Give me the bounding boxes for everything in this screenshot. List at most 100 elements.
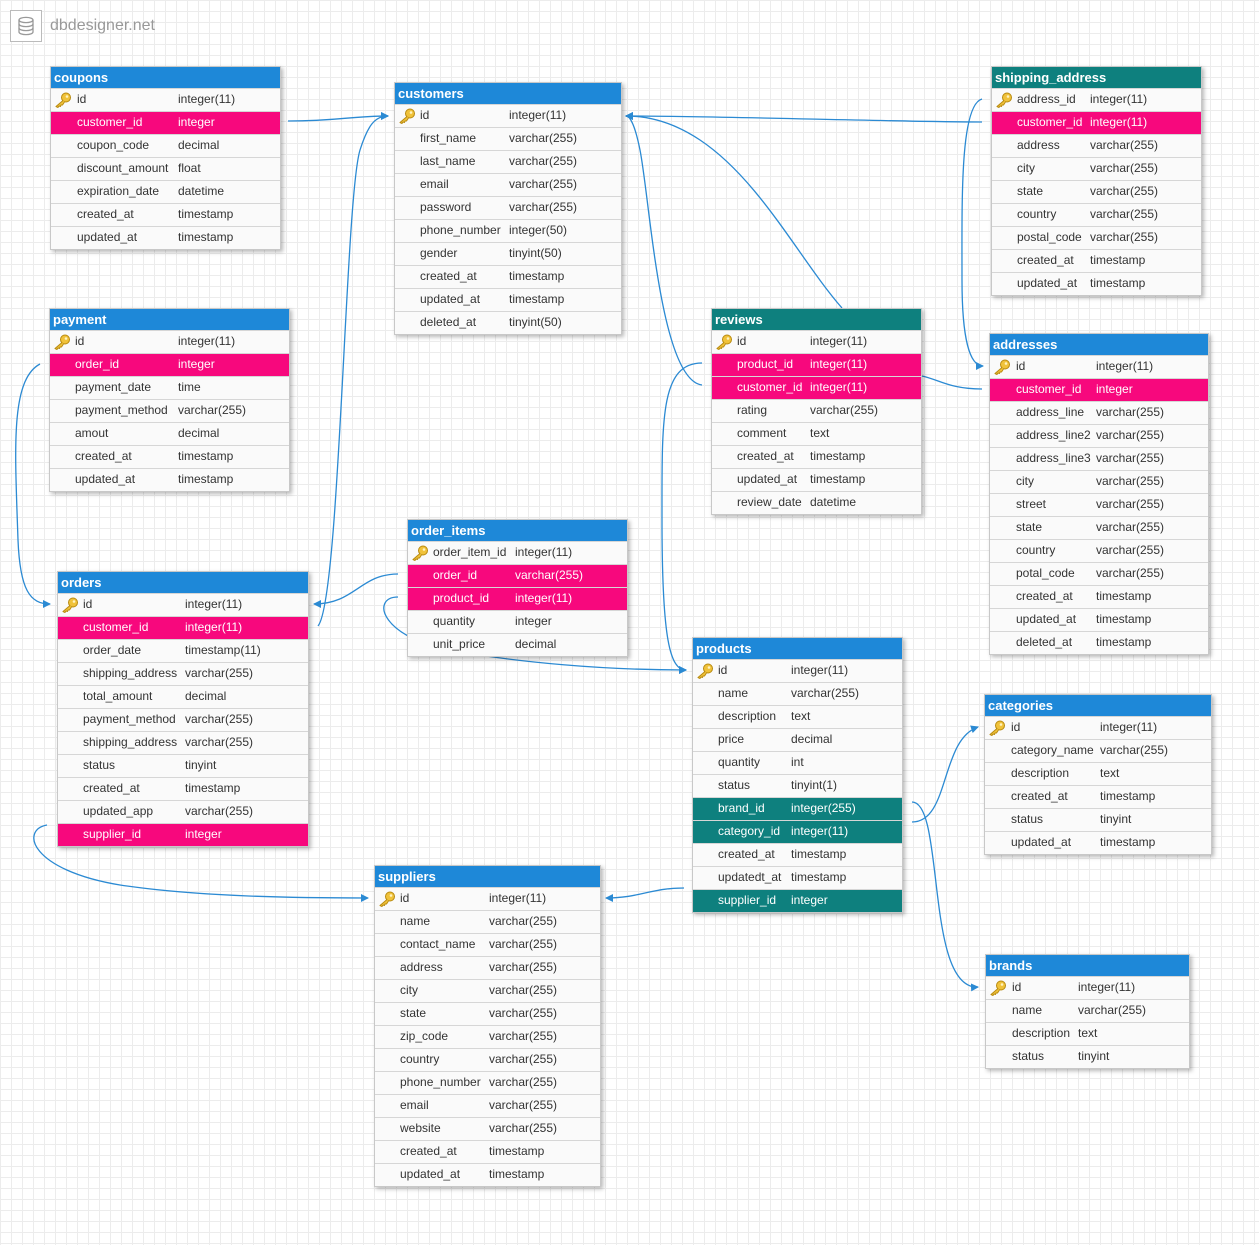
column-row[interactable]: review_date datetime — [712, 491, 921, 514]
column-row[interactable]: amout decimal — [50, 422, 289, 445]
table-header[interactable]: reviews — [712, 309, 921, 330]
column-row[interactable]: deleted_at timestamp — [990, 631, 1208, 654]
column-row[interactable]: updated_at timestamp — [712, 468, 921, 491]
column-row[interactable]: created_at timestamp — [712, 445, 921, 468]
table-header[interactable]: categories — [985, 695, 1211, 716]
column-row[interactable]: discount_amount float — [51, 157, 280, 180]
table-products[interactable]: products id integer(11) name varchar(255) des… — [692, 637, 903, 913]
primary-key-row[interactable]: id integer(11) — [375, 887, 600, 910]
column-row[interactable]: description text — [693, 705, 902, 728]
column-row[interactable]: created_at timestamp — [51, 203, 280, 226]
table-header[interactable]: payment — [50, 309, 289, 330]
column-row[interactable]: rating varchar(255) — [712, 399, 921, 422]
column-row[interactable]: zip_code varchar(255) — [375, 1025, 600, 1048]
column-row[interactable]: quantity int — [693, 751, 902, 774]
column-row[interactable]: phone_number integer(50) — [395, 219, 621, 242]
primary-key-row[interactable]: id integer(11) — [985, 716, 1211, 739]
column-row[interactable]: address_line varchar(255) — [990, 401, 1208, 424]
column-row[interactable]: updated_at timestamp — [395, 288, 621, 311]
foreign-key-row[interactable]: customer_id integer(11) — [712, 376, 921, 399]
column-row[interactable]: status tinyint(1) — [693, 774, 902, 797]
column-row[interactable]: password varchar(255) — [395, 196, 621, 219]
column-row[interactable]: state varchar(255) — [990, 516, 1208, 539]
foreign-key-row[interactable]: supplier_id integer — [58, 823, 308, 846]
column-row[interactable]: status tinyint — [58, 754, 308, 777]
column-row[interactable]: state varchar(255) — [375, 1002, 600, 1025]
table-suppliers[interactable]: suppliers id integer(11) name varchar(255) co… — [374, 865, 601, 1187]
column-row[interactable]: city varchar(255) — [990, 470, 1208, 493]
column-row[interactable]: email varchar(255) — [375, 1094, 600, 1117]
column-row[interactable]: created_at timestamp — [693, 843, 902, 866]
column-row[interactable]: first_name varchar(255) — [395, 127, 621, 150]
primary-key-row[interactable]: id integer(11) — [990, 355, 1208, 378]
column-row[interactable]: address_line3 varchar(255) — [990, 447, 1208, 470]
column-row[interactable]: potal_code varchar(255) — [990, 562, 1208, 585]
table-reviews[interactable]: reviews id integer(11) product_id integer(11… — [711, 308, 922, 515]
column-row[interactable]: country varchar(255) — [990, 539, 1208, 562]
table-categories[interactable]: categories id integer(11) category_name varc… — [984, 694, 1212, 855]
table-customers[interactable]: customers id integer(11) first_name varchar(… — [394, 82, 622, 335]
table-order-items[interactable]: order_items order_item_id integer(11) order… — [407, 519, 628, 657]
foreign-key-row[interactable]: supplier_id integer — [693, 889, 902, 912]
column-row[interactable]: address varchar(255) — [992, 134, 1201, 157]
column-row[interactable]: created_at timestamp — [58, 777, 308, 800]
column-row[interactable]: unit_price decimal — [408, 633, 627, 656]
app-logo[interactable]: dbdesigner.net — [10, 10, 155, 42]
foreign-key-row[interactable]: order_id varchar(255) — [408, 564, 627, 587]
foreign-key-row[interactable]: customer_id integer(11) — [992, 111, 1201, 134]
column-row[interactable]: created_at timestamp — [992, 249, 1201, 272]
table-header[interactable]: shipping_address — [992, 67, 1201, 88]
column-row[interactable]: email varchar(255) — [395, 173, 621, 196]
column-row[interactable]: payment_method varchar(255) — [58, 708, 308, 731]
column-row[interactable]: order_date timestamp(11) — [58, 639, 308, 662]
column-row[interactable]: category_name varchar(255) — [985, 739, 1211, 762]
column-row[interactable]: street varchar(255) — [990, 493, 1208, 516]
table-coupons[interactable]: coupons id integer(11) customer_id integer co… — [50, 66, 281, 250]
column-row[interactable]: updated_at timestamp — [50, 468, 289, 491]
column-row[interactable]: phone_number varchar(255) — [375, 1071, 600, 1094]
column-row[interactable]: contact_name varchar(255) — [375, 933, 600, 956]
table-header[interactable]: brands — [986, 955, 1189, 976]
table-header[interactable]: coupons — [51, 67, 280, 88]
column-row[interactable]: status tinyint — [985, 808, 1211, 831]
primary-key-row[interactable]: id integer(11) — [58, 593, 308, 616]
column-row[interactable]: created_at timestamp — [990, 585, 1208, 608]
column-row[interactable]: updated_at timestamp — [990, 608, 1208, 631]
column-row[interactable]: postal_code varchar(255) — [992, 226, 1201, 249]
column-row[interactable]: shipping_address varchar(255) — [58, 731, 308, 754]
foreign-key-row[interactable]: customer_id integer — [51, 111, 280, 134]
column-row[interactable]: description text — [985, 762, 1211, 785]
primary-key-row[interactable]: address_id integer(11) — [992, 88, 1201, 111]
column-row[interactable]: name varchar(255) — [375, 910, 600, 933]
column-row[interactable]: city varchar(255) — [375, 979, 600, 1002]
table-header[interactable]: customers — [395, 83, 621, 104]
column-row[interactable]: shipping_address varchar(255) — [58, 662, 308, 685]
primary-key-row[interactable]: order_item_id integer(11) — [408, 541, 627, 564]
column-row[interactable]: updated_app varchar(255) — [58, 800, 308, 823]
column-row[interactable]: country varchar(255) — [375, 1048, 600, 1071]
primary-key-row[interactable]: id integer(11) — [693, 659, 902, 682]
table-shipping-address[interactable]: shipping_address address_id integer(11) cus… — [991, 66, 1202, 296]
table-payment[interactable]: payment id integer(11) order_id integer payme… — [49, 308, 290, 492]
column-row[interactable]: updated_at timestamp — [985, 831, 1211, 854]
column-row[interactable]: total_amount decimal — [58, 685, 308, 708]
column-row[interactable]: updated_at timestamp — [51, 226, 280, 249]
column-row[interactable]: coupon_code decimal — [51, 134, 280, 157]
foreign-key-row[interactable]: order_id integer — [50, 353, 289, 376]
column-row[interactable]: created_at timestamp — [395, 265, 621, 288]
table-header[interactable]: order_items — [408, 520, 627, 541]
foreign-key-row[interactable]: product_id integer(11) — [712, 353, 921, 376]
column-row[interactable]: created_at timestamp — [375, 1140, 600, 1163]
foreign-key-row[interactable]: customer_id integer — [990, 378, 1208, 401]
primary-key-row[interactable]: id integer(11) — [395, 104, 621, 127]
primary-key-row[interactable]: id integer(11) — [50, 330, 289, 353]
column-row[interactable]: name varchar(255) — [693, 682, 902, 705]
foreign-key-row[interactable]: category_id integer(11) — [693, 820, 902, 843]
primary-key-row[interactable]: id integer(11) — [986, 976, 1189, 999]
column-row[interactable]: updated_at timestamp — [992, 272, 1201, 295]
table-header[interactable]: addresses — [990, 334, 1208, 355]
table-brands[interactable]: brands id integer(11) name varchar(255) descr… — [985, 954, 1190, 1069]
column-row[interactable]: description text — [986, 1022, 1189, 1045]
foreign-key-row[interactable]: product_id integer(11) — [408, 587, 627, 610]
column-row[interactable]: name varchar(255) — [986, 999, 1189, 1022]
